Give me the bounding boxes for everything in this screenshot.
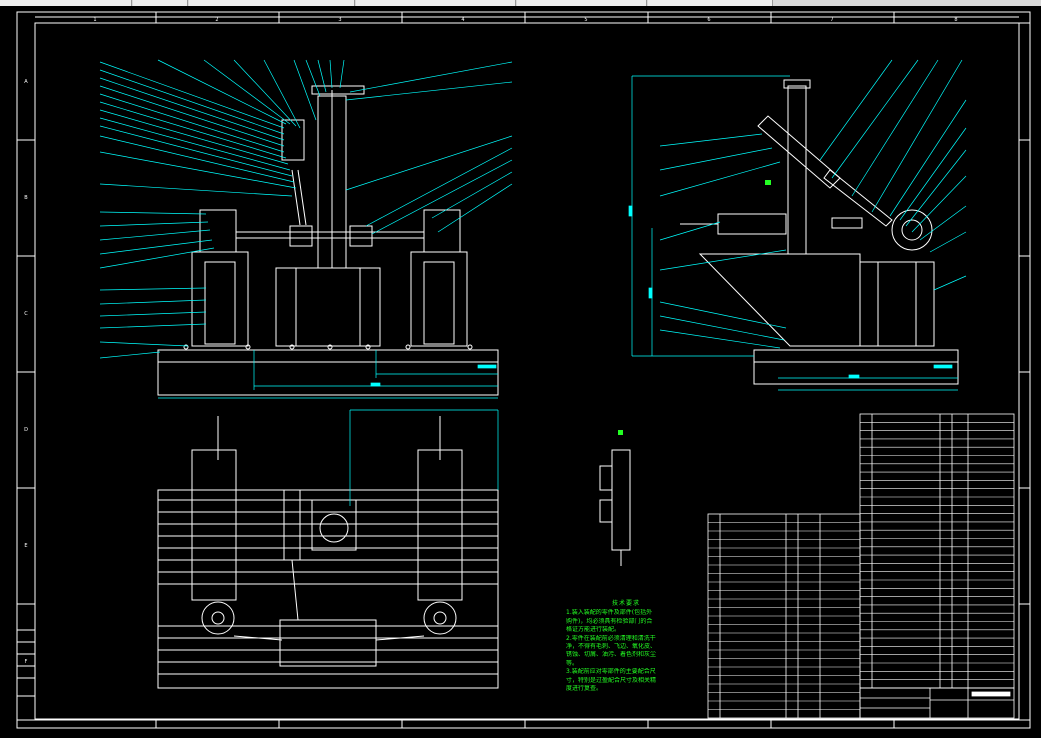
- detail-view: [599, 430, 631, 566]
- tech-note-line: 锈蚀、切屑、油污、着色剂和灰尘: [566, 651, 657, 659]
- zone-col-label: 2: [215, 17, 218, 23]
- cad-model-space[interactable]: 1 2 3 4 5 6 7 8 A B C D E F 技术要求 1.装入装配的…: [0, 6, 1041, 734]
- bom-lower-rows: [708, 522, 860, 710]
- zone-row-label: D: [24, 427, 28, 433]
- bom-table-upper: [859, 413, 1015, 689]
- tech-note-line: 格证方能进行装配。: [566, 626, 621, 634]
- zone-col-label: 3: [338, 17, 341, 23]
- tech-note-line: 购件)，均必须具有检验部门的合: [566, 617, 653, 625]
- zone-row-label: E: [24, 543, 27, 549]
- zone-col-label: 1: [93, 17, 96, 23]
- title-block: [859, 687, 1015, 719]
- tech-note-line: 等。: [566, 659, 579, 667]
- tech-note-line: 净，不得有毛刺、飞边、氧化皮、: [566, 643, 657, 651]
- zone-col-label: 8: [954, 17, 957, 23]
- side-view-leaders: [659, 59, 967, 349]
- front-view-dimensions: [158, 350, 498, 399]
- tech-note-line: 1.装入装配的零件及部件(包括外: [566, 609, 653, 617]
- bom-upper-rows: [860, 421, 1014, 689]
- zone-col-label: 4: [461, 17, 464, 23]
- side-view: [680, 79, 959, 385]
- zone-col-label: 5: [584, 17, 587, 23]
- technical-requirements-title: 技术要求: [611, 600, 640, 607]
- zone-row-label: B: [24, 195, 28, 201]
- cad-drawing[interactable]: 1 2 3 4 5 6 7 8 A B C D E F: [0, 6, 1041, 734]
- front-view-leaders: [99, 59, 513, 359]
- zone-col-label: 6: [707, 17, 710, 23]
- top-view-dimensions: [349, 409, 499, 506]
- drawing-frame: [16, 11, 1031, 729]
- zone-row-label: C: [24, 311, 28, 317]
- tech-note-line: 3.装配前应对零部件的主要配合尺: [566, 668, 656, 676]
- zone-row-label: A: [24, 79, 28, 85]
- side-view-dimensions: [628, 75, 958, 391]
- zone-row-label: F: [25, 659, 28, 665]
- tech-note-line: 寸，特别是过盈配合尺寸及相关精: [566, 676, 657, 684]
- zone-col-label: 7: [830, 17, 833, 23]
- tech-note-line: 2.零件在装配前必须清理和清洗干: [566, 634, 656, 642]
- tech-note-line: 度进行复查。: [566, 685, 603, 693]
- technical-requirements: 技术要求 1.装入装配的零件及部件(包括外 购件)，均必须具有检验部门的合 格证…: [566, 600, 686, 693]
- top-view: [157, 416, 499, 689]
- zone-ticks: [17, 12, 1030, 728]
